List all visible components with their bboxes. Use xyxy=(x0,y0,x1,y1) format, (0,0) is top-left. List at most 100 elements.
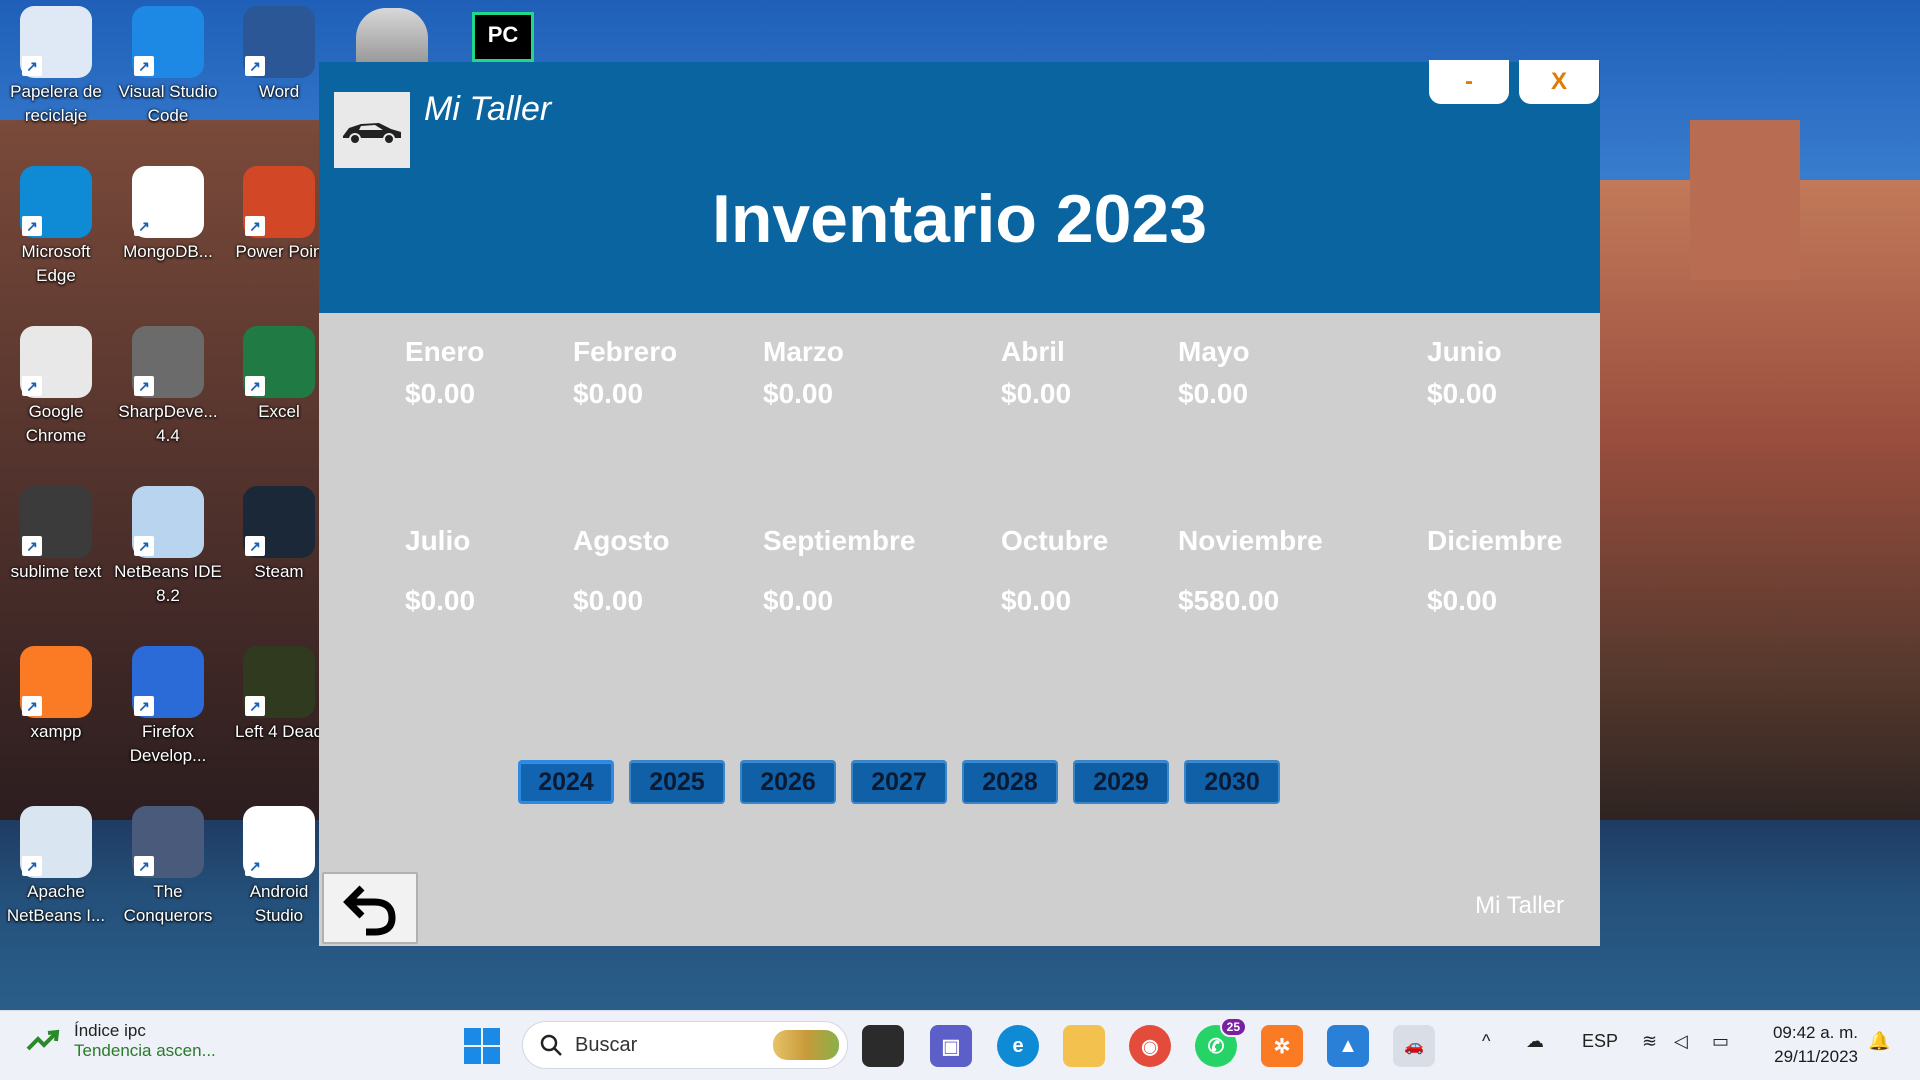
month-amount-abril: $0.00 xyxy=(1001,378,1072,409)
year-button-2030[interactable]: 2030 xyxy=(1184,760,1280,804)
desktop-icon[interactable]: ↗ Firefox Develop... xyxy=(114,642,222,768)
month-amount-octubre: $0.00 xyxy=(1001,585,1072,616)
desktop-icon-label: sublime text xyxy=(10,562,102,581)
year-button-2025[interactable]: 2025 xyxy=(629,760,725,804)
month-amount-agosto: $0.00 xyxy=(573,585,644,616)
widget-ipc[interactable]: Índice ipc Tendencia ascen... xyxy=(26,1021,216,1061)
netbeans-icon: ↗ xyxy=(132,486,204,558)
shortcut-arrow-icon: ↗ xyxy=(22,376,42,396)
shortcut-arrow-icon: ↗ xyxy=(134,536,154,556)
desktop-icon[interactable]: ↗ The Conquerors xyxy=(114,802,222,928)
app-window: Mi Taller - X Inventario 2023 Enero $0.00… xyxy=(319,60,1600,946)
desktop-icon[interactable]: ↗ Left 4 Dead xyxy=(225,642,333,744)
file-explorer-icon[interactable] xyxy=(1063,1025,1105,1067)
clock[interactable]: 09:42 a. m. 29/11/2023 xyxy=(1773,1021,1858,1069)
battery-icon[interactable]: ▭ xyxy=(1712,1031,1729,1052)
taskbar-search[interactable]: Buscar xyxy=(522,1021,848,1069)
xampp-icon: ↗ xyxy=(20,646,92,718)
desktop-icon[interactable]: ↗ Steam xyxy=(225,482,333,584)
desktop-icon-label: Steam xyxy=(254,562,304,581)
volume-icon[interactable]: ◁ xyxy=(1674,1031,1688,1052)
app-header: Mi Taller - X Inventario 2023 xyxy=(319,60,1600,313)
desktop-icon-label: Android Studio xyxy=(249,882,309,925)
mi-taller-taskbar-icon[interactable]: 🚗 xyxy=(1393,1025,1435,1067)
pycharm-icon[interactable]: PC xyxy=(472,12,534,62)
year-button-2027[interactable]: 2027 xyxy=(851,760,947,804)
shortcut-arrow-icon: ↗ xyxy=(245,56,265,76)
year-button-2026[interactable]: 2026 xyxy=(740,760,836,804)
shortcut-arrow-icon: ↗ xyxy=(22,696,42,716)
shortcut-arrow-icon: ↗ xyxy=(134,696,154,716)
minimize-button[interactable]: - xyxy=(1429,60,1509,104)
year-button-2028[interactable]: 2028 xyxy=(962,760,1058,804)
taskbar: Índice ipc Tendencia ascen... Buscar ▣ e… xyxy=(0,1010,1920,1080)
desktop-icon-label: Microsoft Edge xyxy=(21,242,91,285)
xampp-taskbar-icon[interactable]: ✲ xyxy=(1261,1025,1303,1067)
edge-taskbar-icon[interactable]: e xyxy=(997,1025,1039,1067)
month-amount-diciembre: $0.00 xyxy=(1427,585,1498,616)
desktop-icon[interactable]: ↗ sublime text xyxy=(2,482,110,584)
shortcut-arrow-icon: ↗ xyxy=(22,856,42,876)
edge-icon: ↗ xyxy=(20,166,92,238)
desktop-icon[interactable]: ↗ Word xyxy=(225,2,333,104)
excel-icon: ↗ xyxy=(243,326,315,398)
month-amount-mayo: $0.00 xyxy=(1178,378,1249,409)
year-button-2029[interactable]: 2029 xyxy=(1073,760,1169,804)
app-title: Mi Taller xyxy=(424,90,552,128)
vscode-icon: ↗ xyxy=(132,6,204,78)
month-amount-julio: $0.00 xyxy=(405,585,476,616)
desktop-icon[interactable]: ↗ Power Poin xyxy=(225,162,333,264)
desktop-icon[interactable]: ↗ Android Studio xyxy=(225,802,333,928)
shortcut-arrow-icon: ↗ xyxy=(22,536,42,556)
desktop-icon[interactable]: ↗ Papelera de reciclaje xyxy=(2,2,110,128)
back-button[interactable] xyxy=(322,872,418,944)
shortcut-arrow-icon: ↗ xyxy=(134,856,154,876)
chrome-icon: ↗ xyxy=(20,326,92,398)
database-icon[interactable] xyxy=(356,8,428,62)
shortcut-arrow-icon: ↗ xyxy=(22,56,42,76)
desktop-icon[interactable]: ↗ Apache NetBeans I... xyxy=(2,802,110,928)
footer-label: Mi Taller xyxy=(1475,892,1564,919)
month-amount-enero: $0.00 xyxy=(405,378,476,409)
month-label-julio: Julio xyxy=(405,525,471,556)
month-label-diciembre: Diciembre xyxy=(1427,525,1563,556)
taskview-app-icon[interactable] xyxy=(862,1025,904,1067)
shortcut-arrow-icon: ↗ xyxy=(245,856,265,876)
close-button[interactable]: X xyxy=(1519,60,1599,104)
desktop-icon[interactable]: ↗ Google Chrome xyxy=(2,322,110,448)
onedrive-error-icon[interactable]: ☁ xyxy=(1526,1031,1544,1052)
whatsapp-icon[interactable]: ✆ 25 xyxy=(1195,1017,1247,1067)
chrome-taskbar-icon[interactable]: ◉ xyxy=(1129,1025,1171,1067)
desktop-icon[interactable]: ↗ Visual Studio Code xyxy=(114,2,222,128)
month-amount-marzo: $0.00 xyxy=(763,378,834,409)
chevron-up-icon[interactable]: ^ xyxy=(1482,1031,1490,1052)
notification-bell-icon[interactable]: 🔔 xyxy=(1868,1031,1890,1052)
powerpoint-icon: ↗ xyxy=(243,166,315,238)
trend-up-icon xyxy=(26,1029,60,1051)
language-indicator[interactable]: ESP xyxy=(1582,1031,1618,1052)
desktop-icon[interactable]: ↗ SharpDeve... 4.4 xyxy=(114,322,222,448)
desktop-icon-label: SharpDeve... 4.4 xyxy=(118,402,218,445)
desktop-icon-label: Left 4 Dead xyxy=(235,722,323,741)
shortcut-arrow-icon: ↗ xyxy=(245,376,265,396)
desktop-icon[interactable]: ↗ NetBeans IDE 8.2 xyxy=(114,482,222,608)
desktop-icon-label: Word xyxy=(258,82,300,101)
start-button[interactable] xyxy=(463,1027,501,1065)
photos-taskbar-icon[interactable]: ▲ xyxy=(1327,1025,1369,1067)
desktop-icon-label: Visual Studio Code xyxy=(118,82,218,125)
year-button-2024[interactable]: 2024 xyxy=(518,760,614,804)
wifi-icon[interactable]: ≋ xyxy=(1642,1031,1657,1052)
month-amount-febrero: $0.00 xyxy=(573,378,644,409)
desktop-icon[interactable]: ↗ MongoDB... xyxy=(114,162,222,264)
left4dead-icon: ↗ xyxy=(243,646,315,718)
month-amount-noviembre: $580.00 xyxy=(1178,585,1280,616)
desktop-icon-label: Power Poin xyxy=(235,242,323,261)
desktop-icon[interactable]: ↗ Excel xyxy=(225,322,333,424)
desktop-icon-label: Excel xyxy=(258,402,300,421)
clock-time: 09:42 a. m. xyxy=(1772,1023,1858,1042)
month-label-marzo: Marzo xyxy=(763,336,844,367)
month-label-mayo: Mayo xyxy=(1178,336,1250,367)
desktop-icon[interactable]: ↗ Microsoft Edge xyxy=(2,162,110,288)
teams-chat-icon[interactable]: ▣ xyxy=(930,1025,972,1067)
desktop-icon[interactable]: ↗ xampp xyxy=(2,642,110,744)
